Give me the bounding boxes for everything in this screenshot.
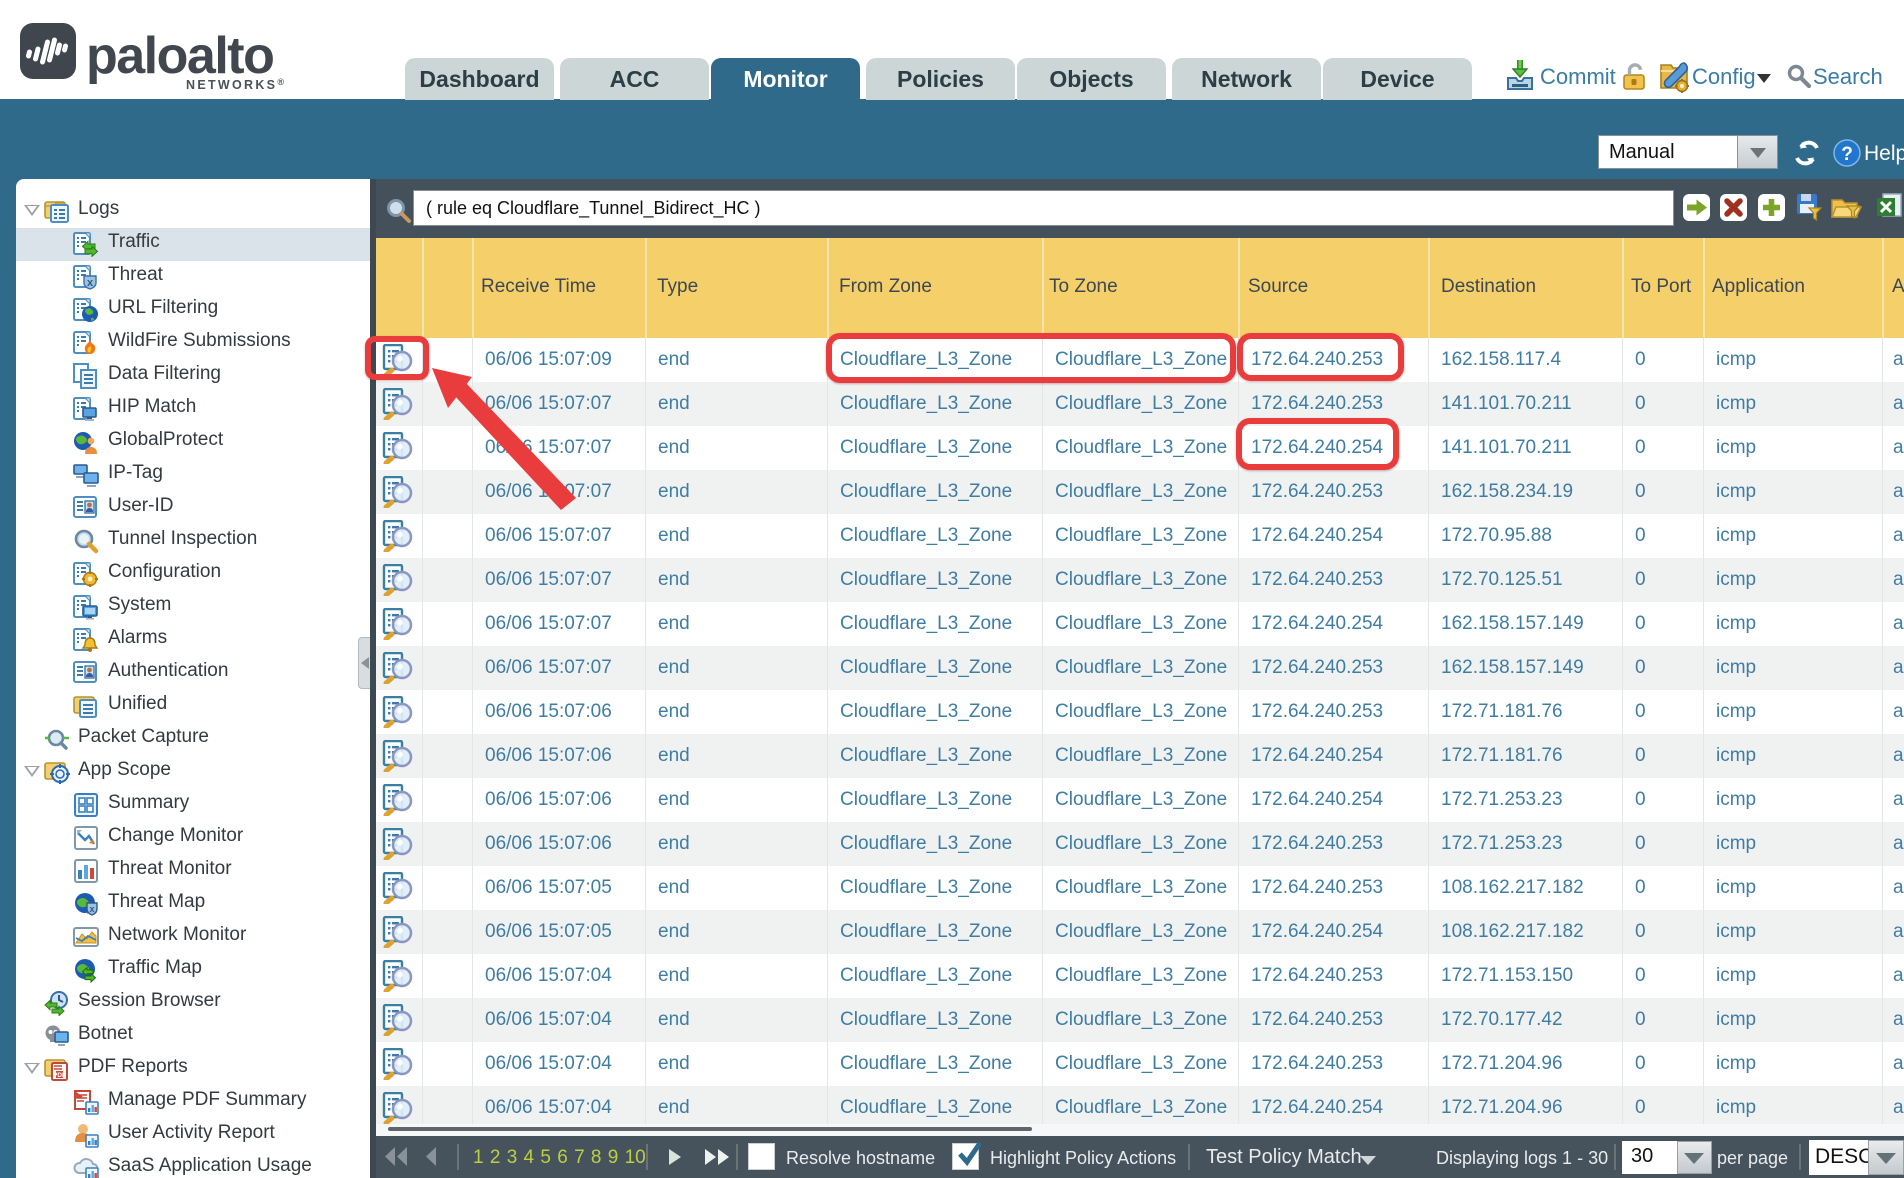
svg-text:?: ? bbox=[1841, 144, 1853, 165]
svg-text:x: x bbox=[89, 904, 94, 914]
svg-text:PDF: PDF bbox=[53, 1072, 66, 1079]
svg-text:x: x bbox=[87, 277, 94, 289]
